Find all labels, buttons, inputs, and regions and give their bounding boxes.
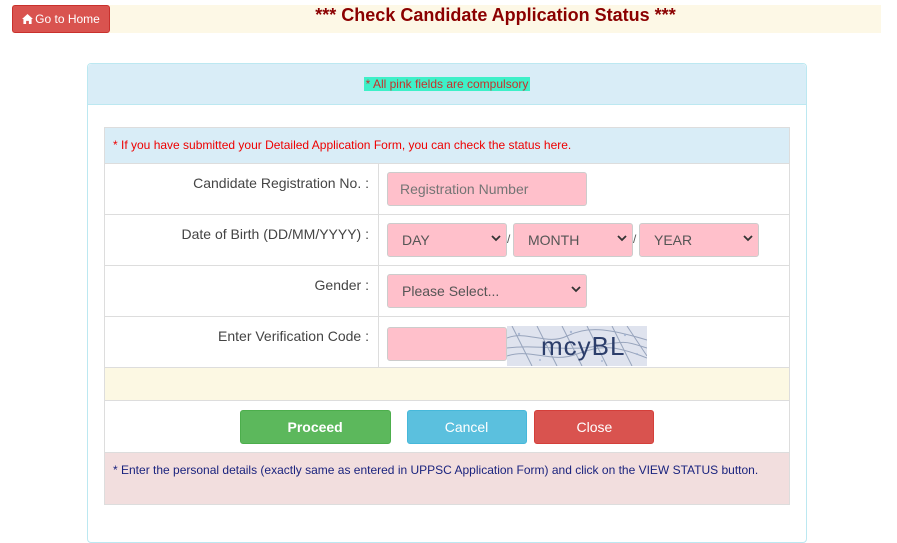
dob-year-select[interactable]: YEAR [639, 223, 759, 257]
close-button[interactable]: Close [534, 410, 655, 444]
page-title: *** Check Candidate Application Status *… [315, 5, 676, 25]
footer-note-row: * Enter the personal details (exactly sa… [104, 452, 790, 505]
captcha-text: mcyBL [541, 331, 625, 361]
cancel-button[interactable]: Cancel [406, 410, 527, 444]
gender-select[interactable]: Please Select... [387, 274, 587, 308]
info-row: * If you have submitted your Detailed Ap… [104, 127, 790, 164]
dob-row: Date of Birth (DD/MM/YYYY) : DAY / MONTH… [104, 214, 790, 266]
dob-day-select[interactable]: DAY [387, 223, 507, 257]
dob-year-value: YEAR [654, 232, 693, 248]
status-form-table: * If you have submitted your Detailed Ap… [104, 127, 790, 505]
compulsory-note: * All pink fields are compulsory [363, 77, 531, 91]
gender-value: Please Select... [402, 283, 500, 299]
captcha-row: Enter Verification Code : mcyBL [104, 316, 790, 368]
registration-number-input[interactable] [387, 172, 587, 206]
go-to-home-label: Go to Home [35, 12, 100, 26]
dob-day-value: DAY [402, 232, 430, 248]
footer-note: * Enter the personal details (exactly sa… [104, 452, 790, 505]
captcha-label: Enter Verification Code : [104, 316, 379, 368]
gender-label: Gender : [104, 265, 379, 317]
captcha-image: mcyBL [507, 326, 647, 366]
go-to-home-button[interactable]: Go to Home [12, 5, 110, 33]
gender-row: Gender : Please Select... [104, 265, 790, 317]
captcha-input[interactable] [387, 327, 507, 361]
dob-label: Date of Birth (DD/MM/YYYY) : [104, 214, 379, 266]
registration-row: Candidate Registration No. : [104, 163, 790, 215]
info-text: * If you have submitted your Detailed Ap… [104, 127, 790, 164]
dob-month-select[interactable]: MONTH [513, 223, 633, 257]
dob-month-value: MONTH [528, 232, 580, 248]
proceed-button[interactable]: Proceed [239, 410, 391, 444]
action-row: Proceed Cancel Close [104, 400, 790, 453]
home-icon [22, 14, 34, 24]
registration-label: Candidate Registration No. : [104, 163, 379, 215]
spacer-row [104, 367, 790, 401]
panel-heading: * All pink fields are compulsory [88, 64, 806, 105]
